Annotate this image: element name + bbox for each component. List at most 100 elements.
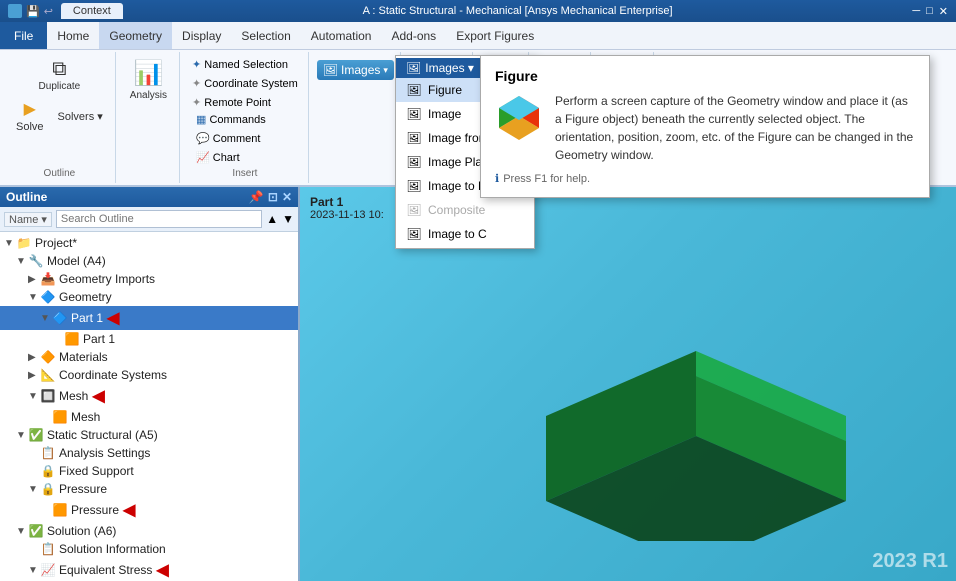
- menu-file[interactable]: File: [0, 22, 47, 49]
- project-expander[interactable]: ▼: [4, 238, 16, 249]
- tree-sol-info[interactable]: ▶ 📋 Solution Information: [0, 540, 298, 558]
- geoimports-expander[interactable]: ▶: [28, 274, 40, 285]
- tooltip-text: Perform a screen capture of the Geometry…: [555, 92, 915, 164]
- undo-icon[interactable]: ↩: [44, 5, 53, 18]
- tooltip-content: Perform a screen capture of the Geometry…: [495, 92, 915, 164]
- chart-icon: 📈: [196, 151, 210, 164]
- tree-geoimports[interactable]: ▶ 📥 Geometry Imports: [0, 270, 298, 288]
- menu-home[interactable]: Home: [47, 22, 99, 49]
- menu-geometry[interactable]: Geometry: [99, 22, 172, 49]
- search-chevron-up[interactable]: ▲: [266, 212, 278, 226]
- images-icon: 🖼: [323, 63, 338, 77]
- tooltip-title: Figure: [495, 68, 915, 84]
- tree-pressure[interactable]: ▼ 🔒 Pressure: [0, 480, 298, 498]
- solution-expander[interactable]: ▼: [16, 526, 28, 537]
- menu-export-figures[interactable]: Export Figures: [446, 22, 544, 49]
- materials-icon: 🔶: [40, 350, 56, 364]
- geometry-expander[interactable]: ▼: [28, 292, 40, 303]
- comment-icon: 💬: [196, 132, 210, 145]
- menu-selection[interactable]: Selection: [231, 22, 300, 49]
- named-selection-icon: ✦: [192, 58, 201, 71]
- maximize-btn[interactable]: □: [926, 5, 933, 18]
- duplicate-btn[interactable]: ⧉ Duplicate: [33, 56, 87, 95]
- analysis-icon: 📊: [133, 59, 163, 88]
- coordsys-expander[interactable]: ▶: [28, 370, 40, 381]
- comment-btn[interactable]: 💬 Comment: [192, 130, 306, 147]
- app-icons: 💾 ↩: [8, 4, 53, 18]
- geo-part-info: Part 1 2023-11-13 10:: [310, 195, 384, 221]
- tree-solution[interactable]: ▼ ✅ Solution (A6): [0, 522, 298, 540]
- tree-eq-stress[interactable]: ▼ 📈 Equivalent Stress ◀: [0, 558, 298, 581]
- search-outline-input[interactable]: [56, 210, 262, 228]
- tooltip-help: ℹ Press F1 for help.: [495, 172, 915, 185]
- sol-info-icon: 📋: [40, 542, 56, 556]
- tree-static[interactable]: ▼ ✅ Static Structural (A5): [0, 426, 298, 444]
- eq-stress-icon: 📈: [40, 563, 56, 577]
- tree-fixed-support[interactable]: ▶ 🔒 Fixed Support: [0, 462, 298, 480]
- solution-icon: ✅: [28, 524, 44, 538]
- menu-display[interactable]: Display: [172, 22, 231, 49]
- model-icon: 🔧: [28, 254, 44, 268]
- tree-mesh[interactable]: ▼ 🔲 Mesh ◀: [0, 384, 298, 408]
- tree-mesh-child[interactable]: ▶ 🟧 Mesh: [0, 408, 298, 426]
- eq-stress-expander[interactable]: ▼: [28, 565, 40, 576]
- images-dropdown-btn[interactable]: 🖼 Images ▾: [317, 60, 394, 80]
- search-chevron-down[interactable]: ▼: [282, 212, 294, 226]
- outline-header-icons: 📌 ⊡ ✕: [249, 190, 292, 204]
- tree-part1-child[interactable]: ▶ 🟧 Part 1: [0, 330, 298, 348]
- save-icon[interactable]: 💾: [26, 5, 40, 18]
- part1-parent-arrow: ◀: [107, 308, 119, 328]
- menu-bar: File Home Geometry Display Selection Aut…: [0, 22, 956, 50]
- images-header-icon: 🖼: [406, 61, 421, 75]
- chart-btn[interactable]: 📈 Chart: [192, 149, 306, 166]
- remote-point-btn[interactable]: ✦ Remote Point: [188, 94, 302, 111]
- close-outline-icon[interactable]: ✕: [282, 190, 292, 204]
- name-column-header[interactable]: Name ▾: [4, 212, 52, 227]
- tooltip-cube-icon: [495, 92, 543, 140]
- solvers-btn[interactable]: Solvers ▾: [52, 107, 109, 126]
- named-selection-btn[interactable]: ✦ Named Selection: [188, 56, 302, 73]
- tree-coordsys[interactable]: ▶ 📐 Coordinate Systems: [0, 366, 298, 384]
- tree-model[interactable]: ▼ 🔧 Model (A4): [0, 252, 298, 270]
- materials-expander[interactable]: ▶: [28, 352, 40, 363]
- part1-child-icon: 🟧: [64, 332, 80, 346]
- pin-icon[interactable]: 📌: [249, 190, 264, 204]
- pressure-child-arrow: ◀: [123, 500, 135, 520]
- tree-geometry[interactable]: ▼ 🔷 Geometry: [0, 288, 298, 306]
- part1-parent-expander[interactable]: ▼: [40, 313, 52, 324]
- image-plan-icon: 🖼: [406, 154, 422, 170]
- commands-btn[interactable]: ▦ Commands: [192, 111, 306, 128]
- remote-point-icon: ✦: [192, 96, 201, 109]
- title-text: A : Static Structural - Mechanical [Ansy…: [123, 5, 912, 17]
- close-btn[interactable]: ✕: [939, 5, 948, 18]
- outline-title: Outline: [6, 190, 47, 204]
- project-icon: 📁: [16, 236, 32, 250]
- tree-part1-parent[interactable]: ▼ 🔷 Part 1 ◀: [0, 306, 298, 330]
- version-watermark: 2023 R1: [872, 550, 948, 573]
- model-expander[interactable]: ▼: [16, 256, 28, 267]
- menu-addons[interactable]: Add-ons: [381, 22, 446, 49]
- images-dropdown-arrow: ▾: [383, 65, 388, 76]
- composite-item: 🖼 Composite: [396, 198, 534, 222]
- solve-btn[interactable]: ▶ Solve: [10, 96, 50, 136]
- mesh-arrow: ◀: [92, 386, 104, 406]
- part1-parent-icon: 🔷: [52, 311, 68, 325]
- tree-analysis-settings[interactable]: ▶ 📋 Analysis Settings: [0, 444, 298, 462]
- figure-tooltip: Figure Perform a screen capture of the G…: [480, 55, 930, 198]
- composite-icon: 🖼: [406, 202, 422, 218]
- analysis-btn[interactable]: 📊 Analysis: [124, 56, 173, 104]
- minimize-btn[interactable]: ─: [912, 5, 920, 18]
- image-from-icon: 🖼: [406, 130, 422, 146]
- coordinate-system-btn[interactable]: ✦ Coordinate System: [188, 75, 302, 92]
- mesh-expander[interactable]: ▼: [28, 391, 40, 402]
- tree-project[interactable]: ▼ 📁 Project*: [0, 234, 298, 252]
- tree-pressure-child[interactable]: ▶ 🟧 Pressure ◀: [0, 498, 298, 522]
- search-bar: Name ▾ ▲ ▼: [0, 207, 298, 232]
- pressure-expander[interactable]: ▼: [28, 484, 40, 495]
- tree-materials[interactable]: ▶ 🔶 Materials: [0, 348, 298, 366]
- float-icon[interactable]: ⊡: [268, 190, 278, 204]
- static-expander[interactable]: ▼: [16, 430, 28, 441]
- menu-automation[interactable]: Automation: [301, 22, 382, 49]
- ribbon-group-outline: ⧉ Duplicate ▶ Solve Solvers ▾ Outline: [4, 52, 116, 183]
- image-to-c-item[interactable]: 🖼 Image to C: [396, 222, 534, 246]
